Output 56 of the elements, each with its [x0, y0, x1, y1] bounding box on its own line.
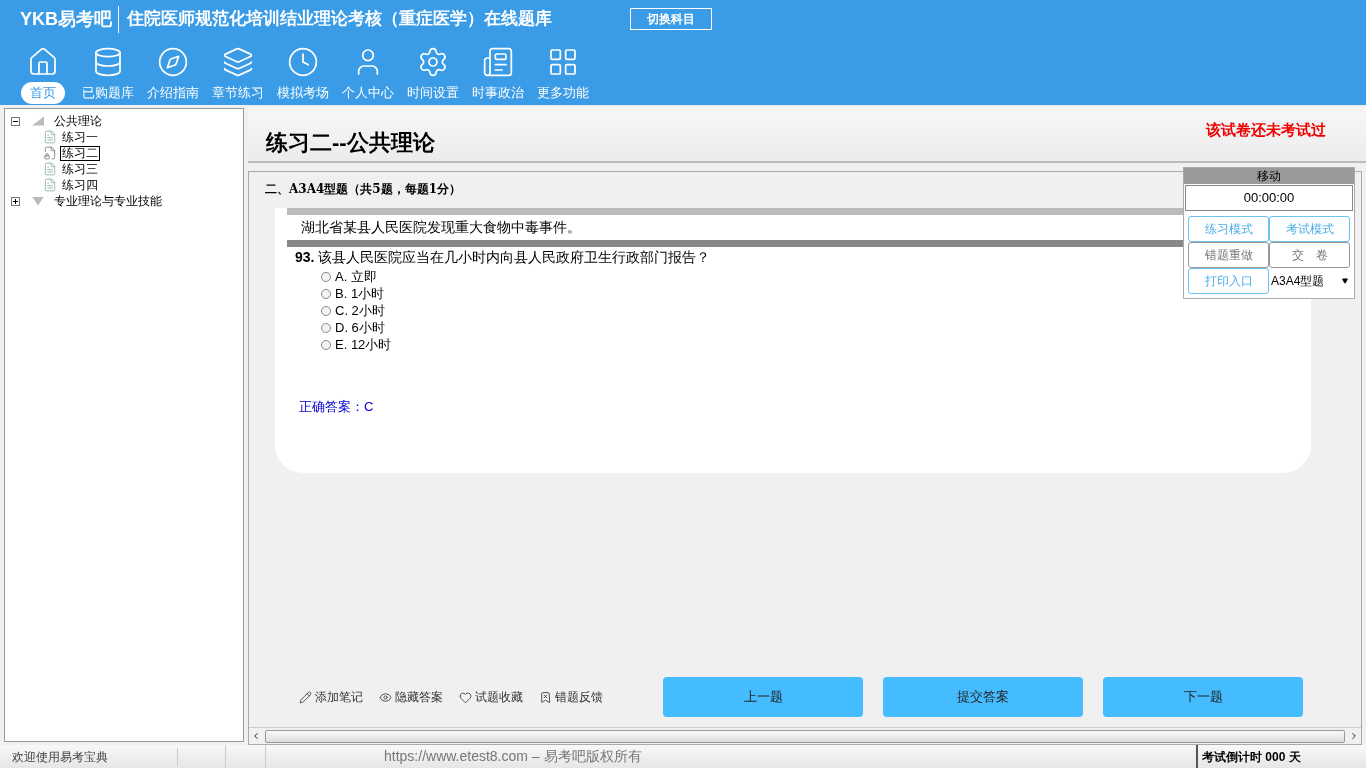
tree-item[interactable]: 练习三: [60, 161, 100, 177]
answer-option[interactable]: A. 立即: [321, 268, 377, 285]
toolbar-link[interactable]: 试题收藏: [459, 688, 523, 706]
window-title: 住院医师规范化培训结业理论考核（重症医学）在线题库: [127, 8, 552, 31]
answer-option[interactable]: D. 6小时: [321, 319, 385, 336]
copyright-text: https://www.etest8.com – 易考吧版权所有: [384, 747, 643, 766]
radio-button[interactable]: [321, 288, 331, 299]
collapse-icon[interactable]: [11, 116, 20, 126]
toolbar-link[interactable]: 隐藏答案: [379, 688, 443, 706]
tree-item[interactable]: 练习一: [60, 129, 100, 145]
document-lock-icon: [43, 146, 57, 160]
tree-item[interactable]: 练习四: [60, 177, 100, 193]
section-heading: 二、A3A4型题（共5题，每题1分）: [265, 181, 462, 198]
tree-item[interactable]: 公共理论: [54, 112, 102, 130]
bookmark-icon: [539, 690, 552, 704]
scroll-right-icon[interactable]: [1349, 731, 1359, 741]
app-logo: YKB易考吧: [12, 5, 119, 33]
heart-icon: [459, 690, 472, 704]
eye-icon: [379, 690, 392, 704]
newspaper-icon: [481, 46, 514, 78]
paper-status: 该试卷还未考试过: [1206, 119, 1326, 140]
question-text: 该县人民医院应当在几小时内向县人民政府卫生行政部门报告？: [318, 248, 711, 267]
pencil-icon: [299, 690, 312, 704]
question-type-select[interactable]: A3A4型题: [1269, 268, 1350, 294]
horizontal-scrollbar[interactable]: [249, 727, 1361, 744]
question-nav-button[interactable]: 下一题: [1103, 677, 1303, 717]
radio-button[interactable]: [321, 322, 331, 333]
radio-button[interactable]: [321, 271, 331, 282]
toolbar-link[interactable]: 错题反馈: [539, 688, 603, 706]
question-nav-button[interactable]: 提交答案: [883, 677, 1083, 717]
document-icon: [43, 162, 57, 176]
question-number: 93.: [295, 248, 315, 267]
welcome-text: 欢迎使用易考宝典: [0, 747, 178, 766]
tree-item[interactable]: 专业理论与专业技能: [54, 192, 162, 210]
answer-option[interactable]: B. 1小时: [321, 285, 385, 302]
document-icon: [43, 178, 57, 192]
countdown-text: 考试倒计时 000 天: [1196, 745, 1366, 768]
layers-icon: [221, 46, 254, 78]
compass-icon: [156, 46, 189, 78]
paper-title: 练习二--公共理论: [266, 129, 435, 157]
question-nav-button[interactable]: 上一题: [663, 677, 863, 717]
expand-icon[interactable]: [11, 196, 20, 206]
radio-button[interactable]: [321, 305, 331, 316]
dropdown-caret-icon: [1342, 278, 1348, 284]
tree-item[interactable]: 练习二: [60, 145, 100, 161]
move-handle[interactable]: 移动: [1184, 168, 1354, 184]
clock-icon: [286, 46, 319, 78]
radio-button[interactable]: [321, 339, 331, 350]
answer-option[interactable]: C. 2小时: [321, 302, 385, 319]
scroll-left-icon[interactable]: [251, 731, 261, 741]
toolbar-link[interactable]: 添加笔记: [299, 688, 363, 706]
timer-display: 00:00:00: [1185, 185, 1353, 211]
correct-answer: 正确答案：C: [298, 398, 375, 416]
case-text: 湖北省某县人民医院发现重大食物中毒事件。: [301, 218, 581, 237]
answer-option[interactable]: E. 12小时: [321, 336, 392, 353]
document-icon: [43, 130, 57, 144]
